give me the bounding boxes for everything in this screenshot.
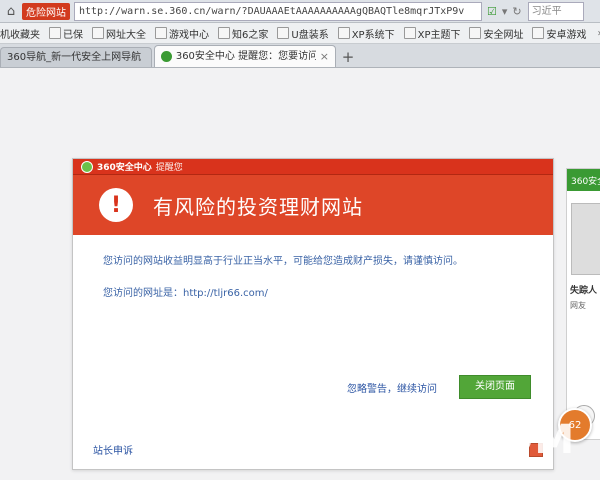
page-icon	[403, 27, 416, 39]
360-shield-icon	[81, 160, 93, 173]
favorite-item[interactable]: U盘装系	[277, 26, 329, 41]
folder-icon	[49, 27, 61, 39]
side-panel-label: 失踪人	[570, 286, 598, 296]
favorite-item[interactable]: 安全网址	[469, 26, 523, 41]
favorite-label: 安卓游戏	[546, 29, 587, 41]
page-icon	[469, 27, 482, 39]
home-icon[interactable]: ⌂	[0, 4, 22, 19]
tab-label: 360安全中心 提醒您：您要访问	[175, 51, 316, 62]
close-page-button[interactable]: 关闭页面	[459, 375, 531, 399]
brand-name: 360安全中心	[97, 163, 152, 173]
danger-site-badge: 危险网站	[22, 2, 70, 20]
url-prefix: 您访问的网址是：	[103, 288, 183, 299]
warning-banner: ! 有风险的投资理财网站	[73, 175, 553, 235]
security-check-icon[interactable]: ☑	[487, 5, 497, 18]
side-panel-header: 360安全	[567, 169, 600, 191]
favorite-label: U盘装系	[291, 29, 329, 41]
warning-body: 您访问的网站收益明显高于行业正当水平，可能给您造成财产损失，请谨慎访问。 您访问…	[73, 235, 553, 301]
warning-header: 360安全中心 提醒您	[73, 159, 553, 175]
favorite-item[interactable]: 安卓游戏	[532, 26, 586, 41]
favorite-item[interactable]: 知6之家	[218, 26, 268, 41]
favorite-item[interactable]: 游戏中心	[155, 26, 209, 41]
warning-title: 有风险的投资理财网站	[153, 194, 363, 219]
page-icon	[155, 27, 167, 39]
dropdown-icon[interactable]: ▾	[502, 5, 508, 18]
alert-icon: !	[99, 188, 133, 222]
action-row: 忽略警告，继续访问 关闭页面	[73, 375, 531, 399]
address-bar: ⌂ 危险网站 http://warn.se.360.cn/warn/?DAUAA…	[0, 0, 600, 23]
warned-url: http://tljr66.com/	[183, 288, 268, 299]
favorite-item[interactable]: XP主题下	[403, 26, 461, 41]
page-icon	[92, 27, 104, 39]
page-icon	[218, 27, 230, 39]
brand-subtitle: 提醒您	[155, 163, 183, 173]
favorite-label: 机收藏夹	[0, 29, 40, 41]
tab-360-warning[interactable]: 360安全中心 提醒您：您要访问 ×	[154, 45, 336, 67]
favorite-label: XP系统下	[351, 29, 395, 41]
tab-bar: 360导航_新一代安全上网导航 360安全中心 提醒您：您要访问 × +	[0, 44, 600, 68]
ignore-warning-link[interactable]: 忽略警告，继续访问	[347, 380, 437, 395]
jstv-logo-icon	[296, 416, 344, 464]
missing-person-photo[interactable]	[571, 203, 600, 275]
favorite-item[interactable]: XP系统下	[337, 26, 395, 41]
tab-360-navigation[interactable]: 360导航_新一代安全上网导航	[0, 47, 152, 67]
page-icon	[532, 27, 545, 39]
side-panel-sub: 网友	[570, 301, 586, 310]
watermark: JSTV.COM	[296, 416, 586, 464]
watermark-text: JSTV.COM	[352, 417, 576, 463]
favorites-bar: 机收藏夹 已保 网址大全 游戏中心 知6之家 U盘装系 XP系统下 XP主题下 …	[0, 23, 600, 44]
favorite-label: 网址大全	[106, 29, 146, 41]
new-tab-button[interactable]: +	[338, 48, 358, 67]
360-logo-icon	[161, 51, 172, 62]
favorite-item[interactable]: 网址大全	[92, 26, 146, 41]
page-icon	[277, 27, 290, 39]
warning-message: 您访问的网站收益明显高于行业正当水平，可能给您造成财产损失，请谨慎访问。	[103, 256, 463, 267]
favorite-label: 安全网址	[483, 29, 524, 41]
favorite-label: 游戏中心	[169, 29, 209, 41]
favorite-label: 知6之家	[232, 29, 269, 41]
search-input[interactable]: 习近平	[527, 1, 584, 21]
webmaster-appeal-link[interactable]: 站长申诉	[93, 442, 133, 457]
url-input[interactable]: http://warn.se.360.cn/warn/?DAUAAAEtAAAA…	[74, 1, 482, 21]
favorite-label: 已保	[63, 29, 83, 41]
side-panel: 360安全 失踪人 网友	[566, 168, 600, 440]
page-icon	[337, 27, 350, 39]
tab-label: 360导航_新一代安全上网导航	[7, 52, 142, 63]
favorite-item[interactable]: 已保	[49, 26, 83, 41]
favorite-item[interactable]: 机收藏夹	[0, 26, 40, 41]
close-tab-icon[interactable]: ×	[320, 46, 329, 67]
warning-url-line: 您访问的网址是：http://tljr66.com/	[103, 287, 553, 301]
favorite-label: XP主题下	[417, 29, 461, 41]
refresh-icon[interactable]: ↻	[512, 5, 521, 18]
